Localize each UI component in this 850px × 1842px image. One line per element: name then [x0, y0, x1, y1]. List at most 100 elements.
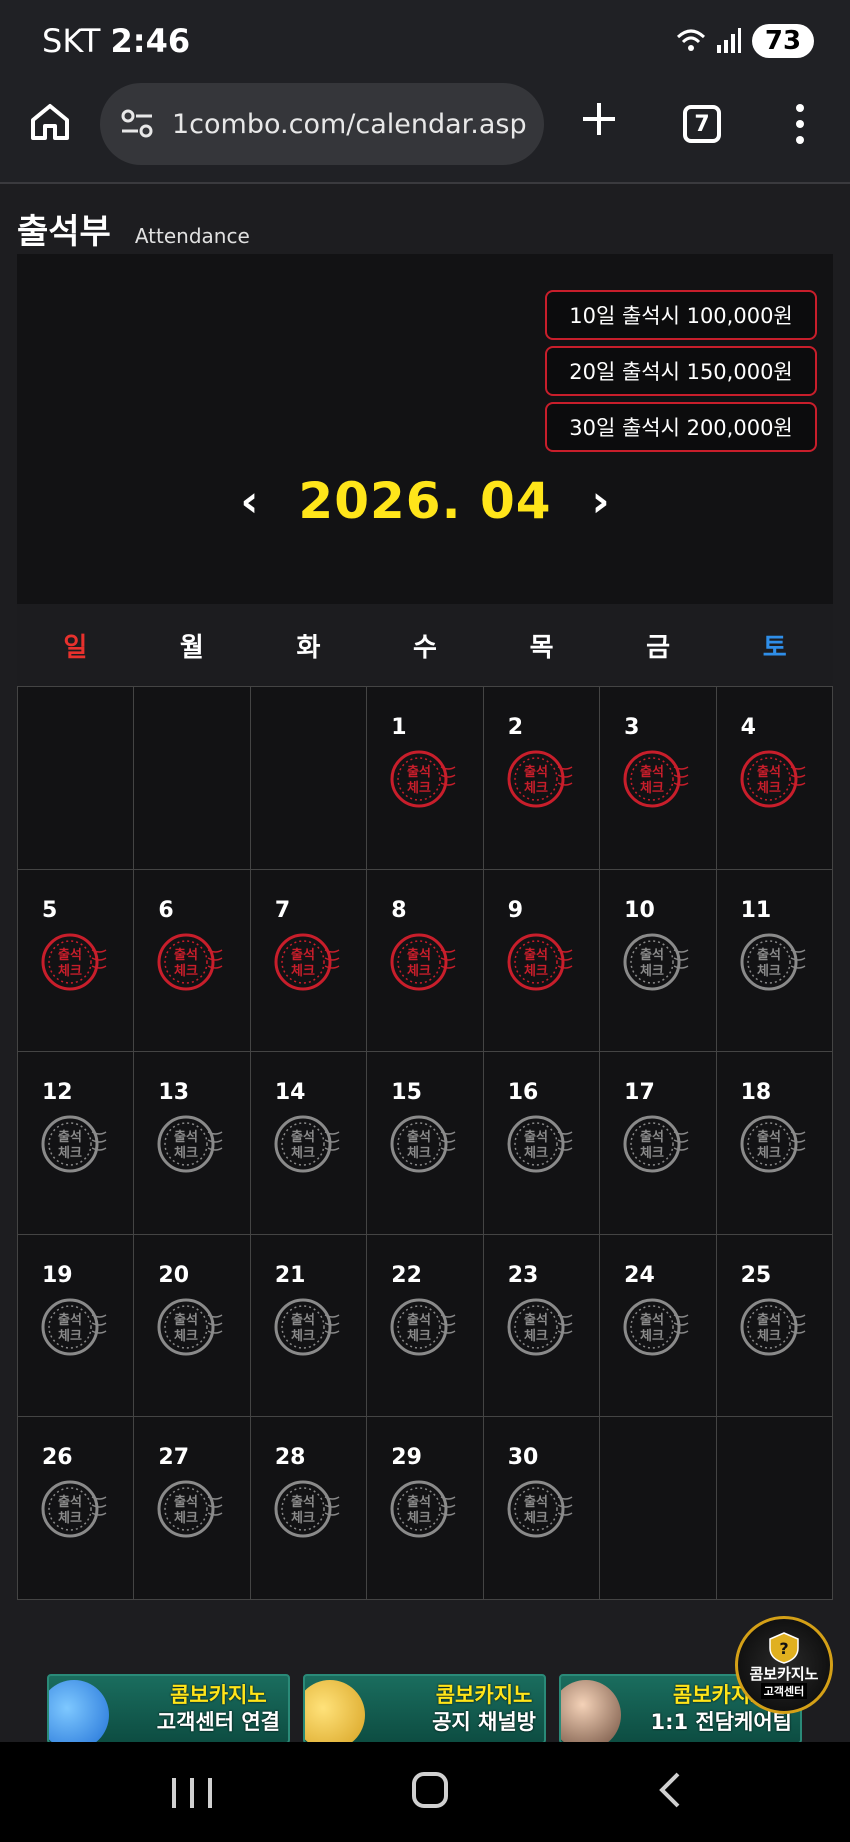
attendance-stamp-unchecked-icon: 출석체크: [274, 1298, 340, 1355]
day-number: 8: [391, 897, 407, 923]
calendar-day-10[interactable]: 10 출석 체크: [600, 869, 717, 1052]
calendar-day-2[interactable]: 2 출석 체크: [483, 687, 601, 870]
next-month-button[interactable]: ›: [586, 476, 616, 527]
bell-icon: [305, 1680, 365, 1742]
attendance-stamp-unchecked-icon: 출석체크: [41, 1298, 107, 1355]
weekday-wed: 수: [413, 632, 437, 663]
svg-text:출석: 출석: [407, 1312, 431, 1328]
day-number: 19: [42, 1262, 73, 1288]
weekday-fri: 금: [646, 632, 671, 663]
weekday-sun: 일: [63, 632, 88, 663]
attendance-stamp-unchecked-icon: 출석체크: [274, 1115, 340, 1173]
page-title: 출석부: [17, 212, 111, 252]
tab-switcher-button[interactable]: 7: [683, 105, 721, 143]
svg-text:체크: 체크: [407, 781, 431, 796]
svg-text:체크: 체크: [58, 1146, 82, 1161]
more-menu-icon[interactable]: [790, 104, 810, 144]
calendar-day-29[interactable]: 29 출석 체크: [367, 1417, 484, 1600]
weekday-tue: 화: [296, 632, 321, 663]
calendar-day-28[interactable]: 28 출석 체크: [250, 1417, 368, 1600]
calendar-day-24[interactable]: 24 출석 체크: [600, 1234, 717, 1417]
banner-notice-channel[interactable]: 콤보카지노 공지 채널방: [303, 1674, 546, 1742]
home-icon[interactable]: [28, 100, 72, 144]
calendar-day-18[interactable]: 18 출석 체크: [716, 1052, 833, 1235]
calendar-day-15[interactable]: 15 출석 체크: [367, 1052, 484, 1235]
svg-text:체크: 체크: [640, 1329, 664, 1344]
calendar-empty-cell: [18, 687, 135, 870]
svg-text:체크: 체크: [524, 1511, 548, 1526]
calendar-day-26[interactable]: 26 출석 체크: [18, 1417, 135, 1600]
calendar-day-1[interactable]: 1 출석 체크: [367, 687, 484, 870]
svg-text:체크: 체크: [524, 1146, 548, 1161]
banner-customer-center[interactable]: 콤보카지노 고객센터 연결: [47, 1674, 290, 1742]
calendar-day-23[interactable]: 23 출석 체크: [483, 1234, 601, 1417]
calendar-day-11[interactable]: 11 출석 체크: [716, 869, 833, 1052]
calendar-day-21[interactable]: 21 출석 체크: [250, 1234, 368, 1417]
calendar-day-14[interactable]: 14 출석 체크: [250, 1052, 368, 1235]
calendar-day-19[interactable]: 19 출석 체크: [18, 1234, 135, 1417]
month-navigation: ‹ 2026. 04 ›: [17, 472, 833, 530]
day-number: 5: [42, 897, 58, 923]
attendance-stamp-unchecked-icon: 출석체크: [390, 1298, 456, 1355]
calendar-empty-cell: [134, 687, 251, 870]
calendar-day-9[interactable]: 9 출석 체크: [483, 869, 601, 1052]
day-number: 20: [158, 1262, 190, 1288]
svg-text:출석: 출석: [757, 1312, 781, 1328]
reward-10-days: 10일 출석시 100,000원: [545, 290, 817, 340]
attendance-stamp-checked-icon: 출석체크: [41, 933, 107, 990]
calendar-day-27[interactable]: 27 출석 체크: [134, 1417, 251, 1600]
reward-20-days: 20일 출석시 150,000원: [545, 346, 817, 396]
address-bar[interactable]: 1combo.com/calendar.asp: [100, 83, 544, 165]
calendar-day-17[interactable]: 17 출석 체크: [600, 1052, 717, 1235]
svg-text:체크: 체크: [58, 1329, 82, 1344]
calendar-day-12[interactable]: 12 출석 체크: [18, 1052, 135, 1235]
svg-text:출석: 출석: [524, 764, 548, 780]
svg-text:출석: 출석: [58, 1494, 82, 1510]
calendar-day-4[interactable]: 4 출석 체크: [716, 687, 833, 870]
page-subtitle: Attendance: [134, 224, 250, 248]
calendar-day-22[interactable]: 22 출석 체크: [367, 1234, 484, 1417]
svg-text:출석: 출석: [174, 1312, 198, 1328]
attendance-stamp-unchecked-icon: 출석체크: [740, 933, 805, 990]
recent-apps-icon[interactable]: [172, 1778, 212, 1808]
calendar-day-16[interactable]: 16 출석 체크: [483, 1052, 601, 1235]
svg-text:체크: 체크: [291, 964, 315, 979]
status-right: 73: [676, 24, 814, 58]
home-button-icon[interactable]: [412, 1772, 448, 1808]
day-number: 21: [274, 1262, 306, 1288]
svg-text:체크: 체크: [407, 1329, 431, 1344]
attendance-stamp-unchecked-icon: 출석체크: [623, 1115, 689, 1173]
system-nav-bar: [0, 1742, 850, 1842]
page-header: 출석부 Attendance: [17, 204, 250, 253]
prev-month-button[interactable]: ‹: [234, 476, 264, 527]
back-icon[interactable]: [652, 1770, 688, 1810]
attendance-stamp-unchecked-icon: 출석체크: [274, 1480, 340, 1538]
calendar-day-7[interactable]: 7 출석 체크: [250, 869, 368, 1052]
calendar-day-13[interactable]: 13 출석 체크: [134, 1052, 251, 1235]
new-tab-icon[interactable]: [580, 100, 618, 138]
svg-text:체크: 체크: [757, 1146, 781, 1161]
svg-text:체크: 체크: [58, 964, 82, 979]
svg-text:출석: 출석: [640, 764, 664, 780]
svg-text:출석: 출석: [524, 947, 548, 963]
calendar-day-8[interactable]: 8 출석 체크: [367, 869, 484, 1052]
attendance-stamp-checked-icon: 출석체크: [390, 933, 456, 990]
calendar-day-25[interactable]: 25 출석 체크: [716, 1234, 833, 1417]
site-settings-icon[interactable]: [120, 107, 154, 141]
url-text: 1combo.com/calendar.asp: [172, 108, 527, 140]
calendar-day-5[interactable]: 5 출석 체크: [18, 869, 135, 1052]
svg-text:출석: 출석: [640, 1129, 664, 1145]
calendar-day-30[interactable]: 30 출석 체크: [483, 1417, 601, 1600]
day-number: 9: [507, 897, 524, 923]
calendar-day-3[interactable]: 3 출석 체크: [600, 687, 717, 870]
attendance-stamp-unchecked-icon: 출석체크: [41, 1480, 107, 1538]
calendar-day-20[interactable]: 20 출석 체크: [134, 1234, 251, 1417]
day-number: 6: [158, 897, 174, 923]
paper-plane-icon: [49, 1680, 109, 1742]
attendance-stamp-checked-icon: 출석체크: [507, 933, 573, 990]
calendar-day-6[interactable]: 6 출석 체크: [134, 869, 251, 1052]
support-center-badge[interactable]: ? 콤보카지노 고객센터: [735, 1616, 833, 1714]
day-number: 3: [624, 715, 640, 740]
svg-text:출석: 출석: [174, 947, 198, 963]
carrier-label: SKT: [42, 22, 101, 60]
